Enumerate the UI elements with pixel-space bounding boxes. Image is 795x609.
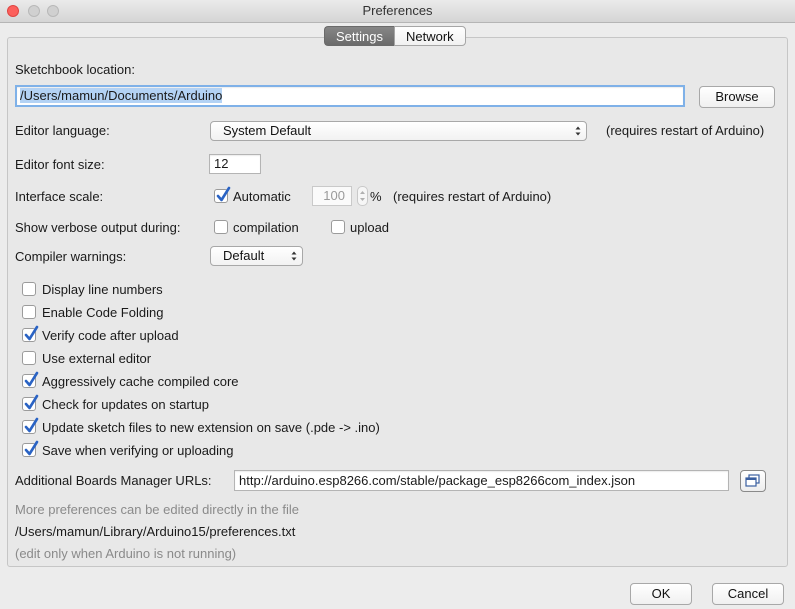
editor-language-select[interactable]: System Default: [210, 121, 587, 141]
automatic-checkbox[interactable]: [214, 186, 231, 203]
editor-font-size-input[interactable]: 12: [209, 154, 261, 174]
browse-button[interactable]: Browse: [699, 86, 775, 108]
automatic-label: Automatic: [233, 189, 291, 204]
use-external-editor-checkbox[interactable]: [22, 351, 36, 365]
interface-scale-unit: %: [370, 189, 382, 204]
title-bar: Preferences: [0, 0, 795, 23]
cache-compiled-core-label: Aggressively cache compiled core: [42, 374, 239, 389]
save-when-verifying-label: Save when verifying or uploading: [42, 443, 234, 458]
compiler-warnings-label: Compiler warnings:: [15, 249, 127, 264]
save-when-verifying-checkbox[interactable]: [22, 440, 39, 457]
verify-code-after-upload-checkbox[interactable]: [22, 325, 39, 342]
boards-urls-label: Additional Boards Manager URLs:: [15, 473, 212, 488]
editor-language-note: (requires restart of Arduino): [606, 123, 765, 138]
tab-settings[interactable]: Settings: [324, 26, 394, 46]
checkmark-icon: [24, 371, 39, 387]
sketchbook-location-label: Sketchbook location:: [15, 62, 135, 77]
check-updates-checkbox[interactable]: [22, 394, 39, 411]
cancel-button[interactable]: Cancel: [712, 583, 784, 605]
interface-scale-stepper[interactable]: [357, 186, 368, 206]
verbose-upload-checkbox[interactable]: [331, 220, 345, 234]
tab-bar: Settings Network: [324, 26, 466, 46]
display-line-numbers-label: Display line numbers: [42, 282, 163, 297]
verbose-output-label: Show verbose output during:: [15, 220, 181, 235]
verbose-compilation-label: compilation: [233, 220, 299, 235]
update-sketch-extension-checkbox[interactable]: [22, 417, 39, 434]
interface-scale-input[interactable]: 100: [312, 186, 352, 206]
checkmark-icon: [216, 186, 231, 202]
stepper-arrows-icon: [360, 191, 365, 201]
checkmark-icon: [24, 440, 39, 456]
ok-button[interactable]: OK: [630, 583, 692, 605]
window-title: Preferences: [362, 3, 433, 18]
updown-arrows-icon: [575, 126, 581, 136]
editor-language-label: Editor language:: [15, 123, 110, 138]
checkmark-icon: [24, 417, 39, 433]
edit-urls-button[interactable]: [740, 470, 766, 492]
sketchbook-location-input[interactable]: /Users/mamun/Documents/Arduino: [15, 85, 685, 107]
compiler-warnings-select[interactable]: Default: [210, 246, 303, 266]
tab-network[interactable]: Network: [393, 26, 466, 46]
boards-urls-input[interactable]: http://arduino.esp8266.com/stable/packag…: [234, 470, 729, 491]
updown-arrows-icon: [291, 251, 297, 261]
window-list-icon: [745, 474, 760, 487]
checkmark-icon: [24, 394, 39, 410]
editor-font-size-label: Editor font size:: [15, 157, 105, 172]
display-line-numbers-checkbox[interactable]: [22, 282, 36, 296]
enable-code-folding-label: Enable Code Folding: [42, 305, 164, 320]
interface-scale-note: (requires restart of Arduino): [393, 189, 552, 204]
use-external-editor-label: Use external editor: [42, 351, 152, 366]
compiler-warnings-value: Default: [223, 248, 265, 263]
checkmark-icon: [24, 325, 39, 341]
check-updates-label: Check for updates on startup: [42, 397, 209, 412]
preferences-file-path: /Users/mamun/Library/Arduino15/preferenc…: [15, 524, 296, 539]
verbose-compilation-checkbox[interactable]: [214, 220, 228, 234]
editor-language-value: System Default: [223, 123, 312, 138]
cache-compiled-core-checkbox[interactable]: [22, 371, 39, 388]
verbose-upload-label: upload: [350, 220, 390, 235]
sketchbook-location-value: /Users/mamun/Documents/Arduino: [20, 88, 223, 103]
edit-note-text: (edit only when Arduino is not running): [15, 546, 237, 561]
update-sketch-extension-label: Update sketch files to new extension on …: [42, 420, 380, 435]
interface-scale-label: Interface scale:: [15, 189, 104, 204]
verify-code-after-upload-label: Verify code after upload: [42, 328, 179, 343]
more-preferences-text: More preferences can be edited directly …: [15, 502, 299, 517]
enable-code-folding-checkbox[interactable]: [22, 305, 36, 319]
